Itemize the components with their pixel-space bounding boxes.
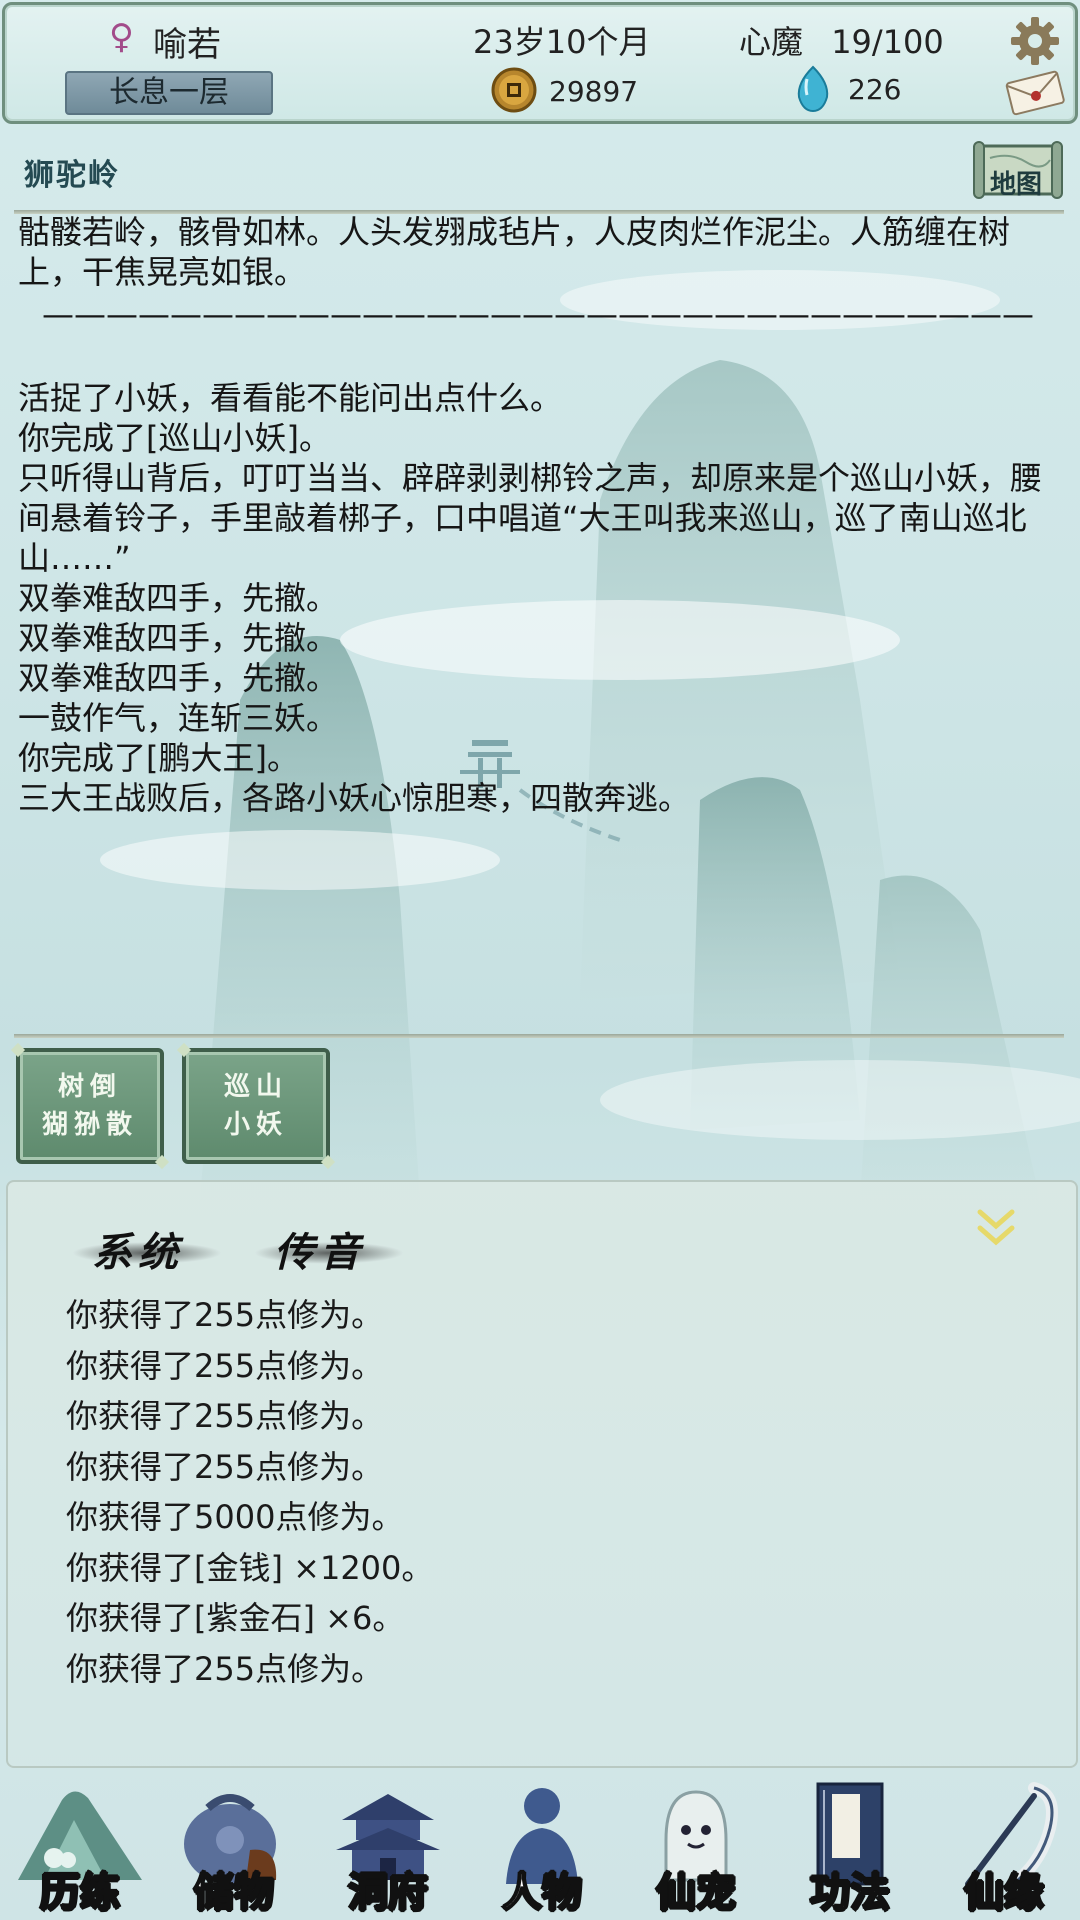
player-name[interactable]: 喻若 (153, 17, 221, 66)
story-line: 双拳难敌四手，先撤。 (18, 579, 339, 617)
story-line: 活捉了小妖，看看能不能问出点什么。 (18, 379, 563, 417)
log-line: 你获得了255点修为。 (66, 1397, 384, 1435)
log-line: 你获得了255点修为。 (66, 1296, 384, 1334)
nav-label: 人物 (501, 1868, 583, 1917)
action-button-tree-falls[interactable]: 树倒 猢狲散 (16, 1048, 164, 1164)
nav-label: 储物 (193, 1868, 275, 1917)
nav-storage[interactable]: 储物 (158, 1780, 310, 1920)
status-bar: ♀ 喻若 长息一层 23岁10个月 心魔 19/100 29897 226 (2, 2, 1078, 124)
chevron-down-icon[interactable] (972, 1204, 1020, 1252)
story-line: 你完成了[巡山小妖]。 (18, 419, 331, 457)
action-button-patrol-demon[interactable]: 巡山 小妖 (182, 1048, 330, 1164)
tab-whisper[interactable]: 传音 (254, 1220, 404, 1278)
gem-count: 226 (848, 73, 902, 106)
nav-label: 历练 (39, 1868, 121, 1917)
story-line: 双拳难敌四手，先撤。 (18, 619, 339, 657)
log-line: 你获得了255点修为。 (66, 1346, 384, 1385)
log-line: 你获得了[紫金石] ×6。 (66, 1599, 405, 1637)
story-spacer (18, 334, 1058, 378)
tab-system-label: 系统 (92, 1229, 184, 1276)
coin-icon (491, 67, 537, 113)
mail-icon[interactable] (1003, 67, 1067, 117)
story-line: 你完成了[鹏大王]。 (18, 739, 299, 777)
story-intro: 骷髅若岭，骸骨如林。人头发翙成毡片，人皮肉烂作泥尘。人筋缠在树上，干焦晃亮如银。 (18, 213, 1011, 291)
gem-icon (797, 65, 829, 113)
action-button-line: 巡山 (223, 1072, 288, 1102)
nav-label: 仙缘 (963, 1868, 1045, 1917)
log-line: 你获得了[金钱] ×1200。 (66, 1548, 434, 1587)
nav-label: 功法 (809, 1868, 891, 1917)
heart-demon-value: 19/100 (831, 23, 944, 61)
story-line: 只听得山背后，叮叮当当、辟辟剥剥梆铃之声，却原来是个巡山小妖，腰间悬着铃子，手里… (18, 459, 1043, 577)
log-line: 你获得了255点修为。 (66, 1447, 384, 1486)
nav-pet[interactable]: 仙宠 (620, 1780, 772, 1920)
action-button-line: 猢狲散 (41, 1110, 138, 1140)
nav-fate[interactable]: 仙缘 (928, 1780, 1080, 1920)
gear-icon[interactable] (1009, 15, 1061, 67)
story-separator: ——————————————————————————————— (42, 295, 1034, 333)
story-line: 三大王战败后，各路小妖心惊胆寒，四散奔逃。 (18, 779, 691, 817)
story-line: 双拳难敌四手，先撤。 (18, 659, 339, 697)
tab-system[interactable]: 系统 (72, 1220, 222, 1278)
map-button-label[interactable]: 地图 (990, 164, 1042, 201)
nav-label: 仙宠 (655, 1868, 737, 1917)
nav-training[interactable]: 历练 (4, 1780, 156, 1920)
heart-demon-label: 心魔 (739, 23, 804, 61)
log-list[interactable]: 你获得了255点修为。 你获得了255点修为。 你获得了255点修为。 你获得了… (66, 1290, 433, 1694)
log-line: 你获得了5000点修为。 (66, 1498, 404, 1536)
log-line: 你获得了255点修为。 (66, 1649, 384, 1688)
heart-demon: 心魔 19/100 (739, 17, 944, 63)
action-button-line: 树倒 (57, 1072, 122, 1102)
coin-count: 29897 (549, 75, 639, 108)
nav-label: 洞府 (347, 1868, 429, 1917)
story-log: 骷髅若岭，骸骨如林。人头发翙成毡片，人皮肉烂作泥尘。人筋缠在树上，干焦晃亮如银。… (18, 212, 1058, 818)
nav-cave[interactable]: 洞府 (312, 1780, 464, 1920)
player-age: 23岁10个月 (473, 23, 651, 61)
tab-whisper-label: 传音 (274, 1229, 366, 1276)
message-log-panel: 系统 传音 你获得了255点修为。 你获得了255点修为。 你获得了255点修为… (6, 1180, 1078, 1768)
divider-bottom (14, 1034, 1064, 1038)
story-line: 一鼓作气，连斩三妖。 (18, 699, 339, 737)
realm-badge[interactable]: 长息一层 (65, 71, 273, 115)
nav-character[interactable]: 人物 (466, 1780, 618, 1920)
location-name: 狮驼岭 (24, 158, 120, 193)
nav-techniques[interactable]: 功法 (774, 1780, 926, 1920)
action-button-line: 小妖 (223, 1110, 288, 1140)
gender-symbol: ♀ (109, 17, 134, 57)
